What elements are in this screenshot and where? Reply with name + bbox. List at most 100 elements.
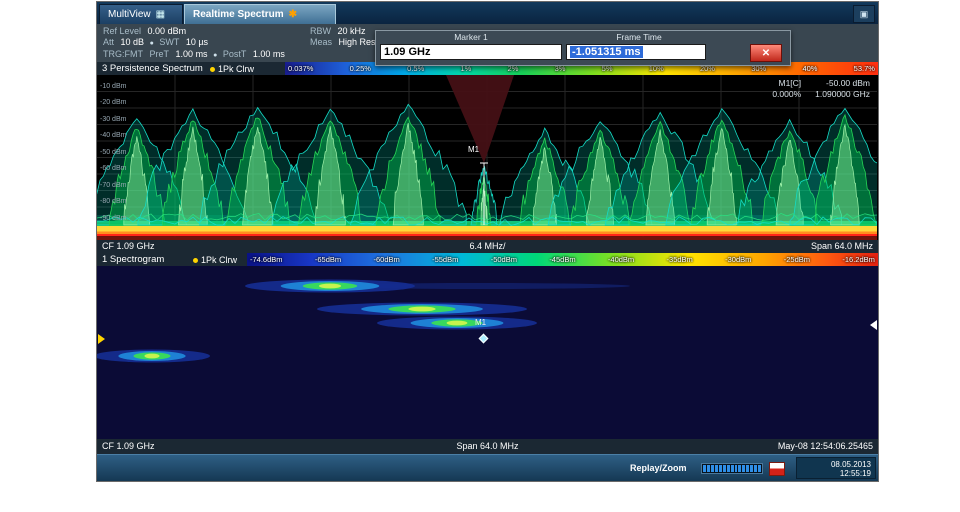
spectrogram-scale-label: -45dBm — [549, 255, 576, 264]
status-date: 08.05.2013 — [830, 460, 871, 469]
rbw-label: RBW — [310, 26, 331, 36]
progress-segment — [714, 465, 718, 472]
meas-label: Meas — [310, 37, 333, 47]
spectrogram-scale-label: -30dBm — [725, 255, 752, 264]
persistence-scale-label: 40% — [802, 64, 818, 73]
postt-label: PostT — [222, 49, 247, 59]
spectrogram-panel-footer: CF 1.09 GHz Span 64.0 MHz May-08 12:54:0… — [97, 439, 878, 454]
progress-segment — [730, 465, 734, 472]
pret-value[interactable]: 1.00 ms — [176, 49, 208, 59]
spectrogram-panel-title: 1 Spectrogram — [102, 254, 165, 265]
spectrum-trace-plot — [97, 75, 877, 240]
trigger-row: TRG:FMT PreT 1.00 ms ● PostT 1.00 ms — [103, 49, 285, 59]
marker-frequency-value: 1.09 GHz — [384, 46, 431, 58]
persistence-panel-title: 3 Persistence Spectrum — [102, 63, 203, 74]
trg-label: TRG:FMT — [103, 49, 143, 59]
replay-zoom-label: Replay/Zoom — [630, 463, 687, 473]
spectrogram-scale-label: -16.2dBm — [842, 255, 875, 264]
tab-bar: MultiView ▦ Realtime Spectrum ✱ ▣ — [97, 2, 878, 24]
swt-label: SWT — [159, 37, 180, 47]
per-division: 6.4 MHz/ — [469, 241, 506, 251]
spectrogram-scale-label: -74.6dBm — [250, 255, 283, 264]
spectrogram-scale-label: -40dBm — [607, 255, 635, 264]
marker-m1-label: M1 — [468, 145, 480, 154]
close-icon: ✕ — [761, 47, 771, 59]
spectrogram-scale-label: -50dBm — [490, 255, 517, 264]
frame-position-left-arrow-icon[interactable] — [98, 334, 105, 344]
progress-segment — [758, 465, 762, 472]
progress-segment — [703, 465, 706, 472]
pret-label: PreT — [149, 49, 170, 59]
y-axis-label: -90 dBm — [100, 214, 127, 222]
progress-segment — [718, 465, 722, 472]
progress-segment — [754, 465, 758, 472]
progress-segment — [722, 465, 726, 472]
spectrogram-plot — [97, 279, 630, 363]
record-icon — [769, 462, 785, 476]
spectrogram-color-scale: -74.6dBm -65dBm -60dBm -55dBm -50dBm -45dBm -4… — [247, 253, 878, 266]
analyzer-window: MultiView ▦ Realtime Spectrum ✱ ▣ Ref Le… — [97, 2, 878, 481]
trace-info[interactable]: 1Pk Clrw — [210, 64, 254, 74]
frame-timestamp: May-08 12:54:06.25465 — [777, 441, 873, 451]
marker-percent: 0.000% — [772, 89, 802, 99]
frame-time-title: Frame Time — [616, 32, 662, 42]
status-bar: Replay/Zoom 08.05.2013 12:55:19 — [97, 454, 878, 481]
tab-multiview[interactable]: MultiView ▦ — [99, 4, 183, 24]
att-value[interactable]: 10 dB — [121, 37, 145, 47]
spectrogram-display[interactable]: M1 — [97, 266, 878, 439]
marker-name: M1[C] — [778, 78, 802, 88]
spectrogram-scale-label: -60dBm — [373, 255, 400, 264]
rbw-value[interactable]: 20 kHz — [338, 26, 366, 36]
marker-dialog-title: Marker 1 — [454, 32, 488, 42]
ref-level-row: Ref Level 0.00 dBm — [103, 26, 186, 36]
att-swt-row: Att 10 dB ● SWT 10 µs — [103, 37, 208, 47]
span-value[interactable]: Span 64.0 MHz — [811, 241, 873, 251]
ref-level-label: Ref Level — [103, 26, 142, 36]
persistence-scale-label: 53.7% — [853, 64, 875, 73]
marker-frequency-input[interactable]: 1.09 GHz — [380, 44, 562, 60]
bullet-icon: ● — [213, 52, 218, 59]
marker-readout: M1[C] -50.00 dBm 0.000% 1.090000 GHz — [772, 78, 870, 99]
spectrogram-scale-label: -55dBm — [432, 255, 459, 264]
marker-level: -50.00 dBm — [826, 78, 870, 88]
y-axis-label: -10 dBm — [100, 82, 127, 90]
spectrogram-scale-label: -65dBm — [314, 255, 342, 264]
frame-time-selected-value: -1.051315 ms — [570, 46, 643, 58]
spectrogram-scale-label: -25dBm — [783, 255, 811, 264]
trace-label: 1Pk Clrw — [201, 255, 238, 265]
trace-info[interactable]: 1Pk Clrw — [193, 255, 237, 265]
tab-realtime-spectrum[interactable]: Realtime Spectrum ✱ — [184, 4, 336, 24]
y-axis-label: -20 dBm — [100, 99, 127, 106]
trace-dot-icon — [210, 66, 215, 72]
y-axis-label: -60 dBm — [100, 165, 127, 172]
progress-segment — [710, 465, 714, 472]
trace-label: 1Pk Clrw — [218, 64, 255, 74]
spectrogram-panel-header: 1 Spectrogram 1Pk Clrw -74.6dBm -65dBm -60… — [97, 253, 878, 266]
window-controls-button[interactable]: ▣ — [853, 5, 875, 23]
frame-time-input[interactable]: -1.051315 ms — [566, 44, 706, 60]
progress-segment — [742, 465, 746, 472]
datetime-box: 08.05.2013 12:55:19 — [796, 457, 876, 479]
progress-segment — [746, 465, 750, 472]
screen: MultiView ▦ Realtime Spectrum ✱ ▣ Ref Le… — [0, 0, 960, 512]
span-value[interactable]: Span 64.0 MHz — [97, 441, 878, 451]
dialog-close-button[interactable]: ✕ — [750, 44, 782, 62]
postt-value[interactable]: 1.00 ms — [253, 49, 285, 59]
trace-dot-icon — [193, 257, 198, 263]
persistence-scale-label: 0.037% — [288, 64, 314, 73]
tab-multiview-label: MultiView — [108, 9, 151, 20]
progress-segment — [738, 465, 742, 472]
window-icon: ▣ — [859, 8, 869, 19]
y-axis-label: -40 dBm — [100, 132, 127, 139]
persistence-scale-label: 0.25% — [349, 64, 371, 73]
swt-value[interactable]: 10 µs — [186, 37, 208, 47]
y-axis-label: -70 dBm — [100, 181, 127, 189]
frame-position-right-arrow-icon[interactable] — [870, 320, 877, 330]
persistence-spectrum-display[interactable]: -10 dBm -20 dBm -30 dBm -40 dBm -50 dBm -60 d… — [97, 75, 878, 240]
status-time: 12:55:19 — [839, 469, 871, 478]
ref-level-value[interactable]: 0.00 dBm — [148, 26, 187, 36]
marker-dialog: Marker 1 Frame Time 1.09 GHz -1.051315 m… — [375, 30, 791, 66]
progress-segment — [734, 465, 738, 472]
tab-realtime-label: Realtime Spectrum — [193, 9, 284, 20]
replay-progress-bar[interactable] — [701, 463, 763, 474]
